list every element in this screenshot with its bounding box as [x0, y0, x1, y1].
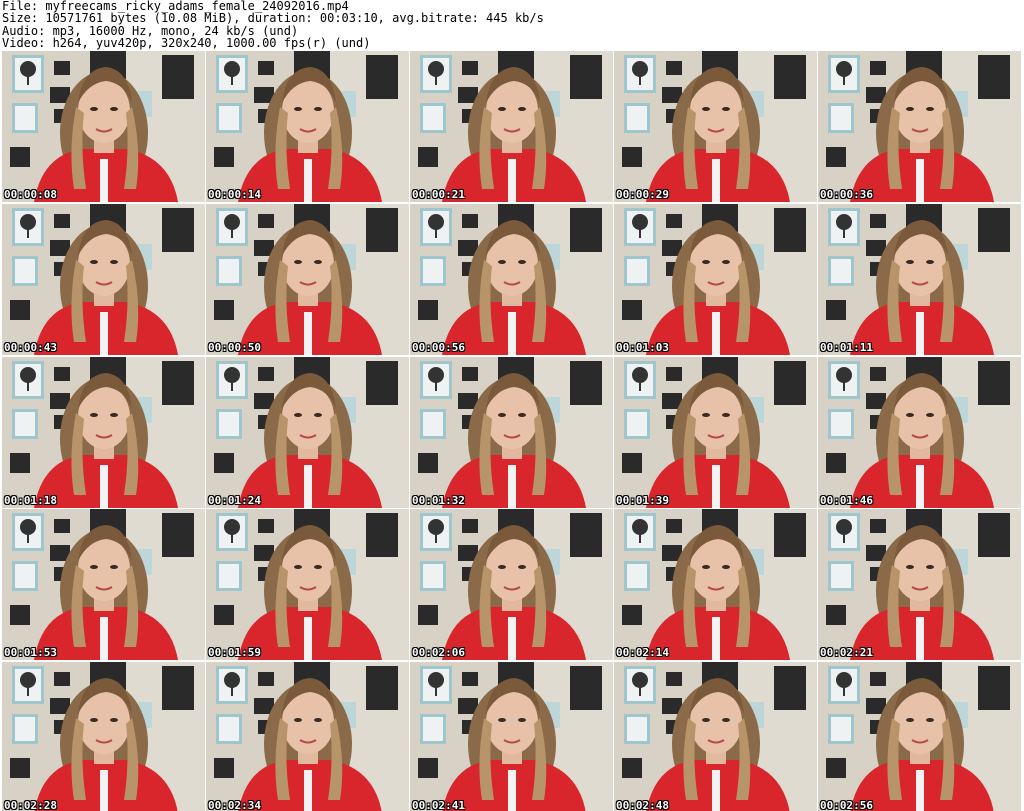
video-info-line: Video: h264, yuv420p, 320x240, 1000.00 f… [2, 35, 371, 50]
thumbnail-timestamp: 00:01:11 [820, 341, 873, 354]
video-thumbnail: 00:01:46 [818, 357, 1021, 508]
thumbnail-frame-image [2, 51, 205, 202]
thumbnail-frame-image [614, 204, 817, 355]
video-thumbnail: 00:01:18 [2, 357, 205, 508]
thumbnail-frame-image [818, 662, 1021, 811]
thumbnail-timestamp: 00:02:34 [208, 799, 261, 811]
video-thumbnail: 00:00:08 [2, 51, 205, 202]
video-thumbnail: 00:02:06 [410, 509, 613, 660]
thumbnail-frame-image [206, 204, 409, 355]
thumbnail-timestamp: 00:01:59 [208, 646, 261, 659]
thumbnail-grid: 00:00:08 00:00:14 00:00:21 00:00:29 00:0… [0, 51, 1024, 811]
thumbnail-frame-image [410, 51, 613, 202]
thumbnail-frame-image [614, 662, 817, 811]
video-thumbnail: 00:02:34 [206, 662, 409, 811]
thumbnail-timestamp: 00:00:36 [820, 188, 873, 201]
video-thumbnail: 00:00:50 [206, 204, 409, 355]
video-thumbnail: 00:02:56 [818, 662, 1021, 811]
thumbnail-frame-image [614, 51, 817, 202]
thumbnail-frame-image [2, 204, 205, 355]
thumbnail-frame-image [410, 662, 613, 811]
thumbnail-frame-image [614, 509, 817, 660]
video-thumbnail: 00:01:24 [206, 357, 409, 508]
thumbnail-timestamp: 00:01:46 [820, 494, 873, 507]
contact-sheet: File: myfreecams_ricky_adams_female_2409… [0, 0, 1024, 811]
video-thumbnail: 00:02:28 [2, 662, 205, 811]
video-thumbnail: 00:00:56 [410, 204, 613, 355]
video-thumbnail: 00:00:14 [206, 51, 409, 202]
thumbnail-timestamp: 00:01:24 [208, 494, 261, 507]
thumbnail-frame-image [2, 662, 205, 811]
thumbnail-frame-image [818, 204, 1021, 355]
file-size-line: Size: 10571761 bytes (10.08 MiB), durati… [2, 11, 544, 26]
thumbnail-timestamp: 00:02:06 [412, 646, 465, 659]
audio-info-line: Audio: mp3, 16000 Hz, mono, 24 kb/s (und… [2, 23, 299, 38]
video-thumbnail: 00:00:43 [2, 204, 205, 355]
thumbnail-frame-image [818, 357, 1021, 508]
video-thumbnail: 00:00:36 [818, 51, 1021, 202]
thumbnail-frame-image [410, 509, 613, 660]
thumbnail-frame-image [410, 357, 613, 508]
video-thumbnail: 00:01:11 [818, 204, 1021, 355]
video-thumbnail: 00:02:48 [614, 662, 817, 811]
thumbnail-timestamp: 00:00:29 [616, 188, 669, 201]
thumbnail-timestamp: 00:01:18 [4, 494, 57, 507]
thumbnail-frame-image [206, 357, 409, 508]
thumbnail-frame-image [818, 51, 1021, 202]
thumbnail-timestamp: 00:02:56 [820, 799, 873, 811]
thumbnail-frame-image [206, 509, 409, 660]
thumbnail-frame-image [614, 357, 817, 508]
thumbnail-timestamp: 00:01:39 [616, 494, 669, 507]
video-thumbnail: 00:02:21 [818, 509, 1021, 660]
thumbnail-frame-image [206, 51, 409, 202]
thumbnail-frame-image [206, 662, 409, 811]
video-thumbnail: 00:01:32 [410, 357, 613, 508]
thumbnail-timestamp: 00:02:28 [4, 799, 57, 811]
video-thumbnail: 00:01:39 [614, 357, 817, 508]
thumbnail-timestamp: 00:01:32 [412, 494, 465, 507]
video-thumbnail: 00:01:59 [206, 509, 409, 660]
video-thumbnail: 00:00:29 [614, 51, 817, 202]
thumbnail-timestamp: 00:00:43 [4, 341, 57, 354]
thumbnail-timestamp: 00:02:48 [616, 799, 669, 811]
thumbnail-timestamp: 00:00:21 [412, 188, 465, 201]
video-thumbnail: 00:01:53 [2, 509, 205, 660]
thumbnail-frame-image [818, 509, 1021, 660]
thumbnail-timestamp: 00:00:08 [4, 188, 57, 201]
thumbnail-timestamp: 00:02:21 [820, 646, 873, 659]
file-info-header: File: myfreecams_ricky_adams_female_2409… [2, 0, 1022, 50]
thumbnail-timestamp: 00:01:53 [4, 646, 57, 659]
video-thumbnail: 00:00:21 [410, 51, 613, 202]
thumbnail-timestamp: 00:02:14 [616, 646, 669, 659]
thumbnail-frame-image [2, 509, 205, 660]
thumbnail-frame-image [410, 204, 613, 355]
thumbnail-timestamp: 00:01:03 [616, 341, 669, 354]
video-thumbnail: 00:02:41 [410, 662, 613, 811]
video-thumbnail: 00:02:14 [614, 509, 817, 660]
thumbnail-timestamp: 00:00:56 [412, 341, 465, 354]
thumbnail-frame-image [2, 357, 205, 508]
thumbnail-timestamp: 00:02:41 [412, 799, 465, 811]
thumbnail-timestamp: 00:00:14 [208, 188, 261, 201]
thumbnail-timestamp: 00:00:50 [208, 341, 261, 354]
video-thumbnail: 00:01:03 [614, 204, 817, 355]
